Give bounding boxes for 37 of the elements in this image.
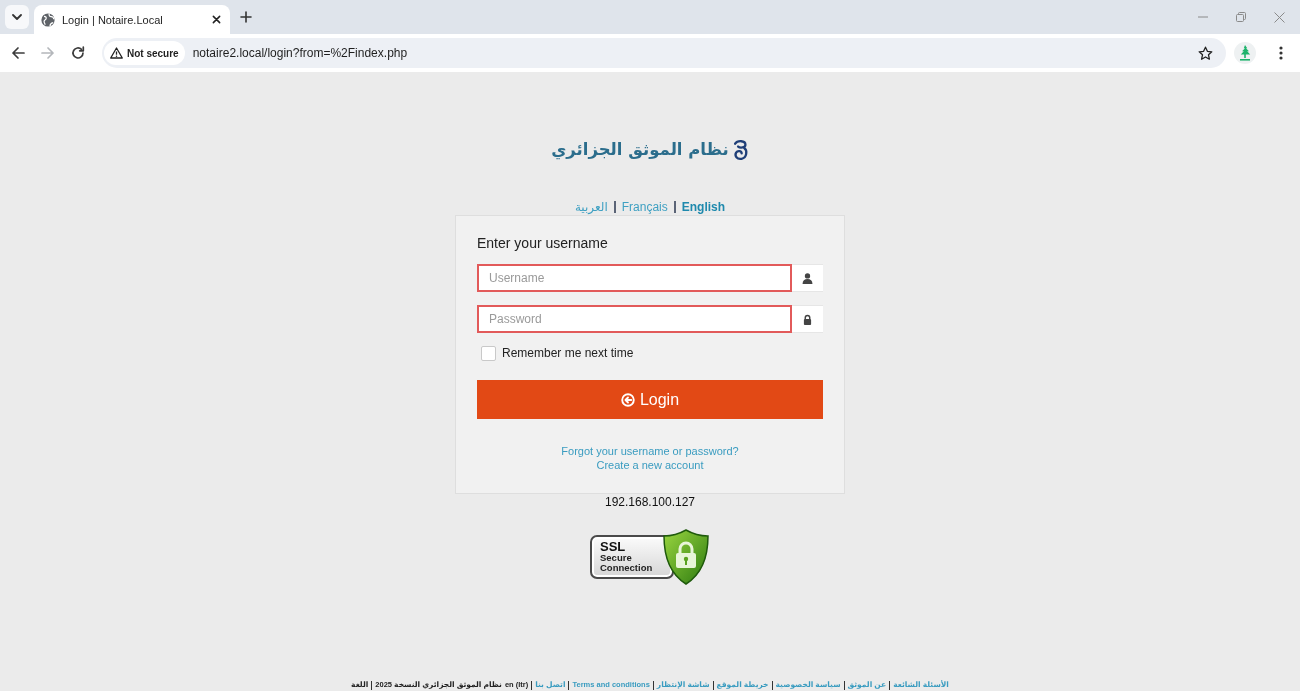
browser-tab[interactable]: Login | Notaire.Local: [34, 5, 230, 34]
ip-address: 192.168.100.127: [604, 495, 696, 509]
back-arrow-icon[interactable]: [11, 46, 25, 60]
user-icon: [802, 272, 813, 284]
badge-text: Secure: [600, 553, 632, 563]
close-icon[interactable]: [212, 15, 221, 24]
plus-icon[interactable]: [240, 11, 252, 23]
checkbox-label[interactable]: Remember me next time: [502, 346, 634, 360]
shield-lock-icon: [662, 529, 710, 585]
menu-icon[interactable]: [1279, 46, 1283, 60]
security-chip[interactable]: Not secure: [104, 41, 185, 65]
badge-title: SSL: [600, 541, 626, 553]
logo-mark-icon: [731, 138, 749, 162]
password-field[interactable]: Password: [477, 305, 792, 333]
checkbox[interactable]: [481, 345, 496, 361]
restore-icon[interactable]: [1236, 12, 1246, 22]
logo-text: نظام الموثق الجزائري: [551, 139, 729, 162]
lock-icon: [803, 313, 812, 325]
arrow-circle-icon: [620, 392, 635, 407]
badge-text: Connection: [600, 563, 653, 573]
globe-icon: [41, 12, 55, 27]
language-link[interactable]: English: [681, 199, 726, 215]
language-link[interactable]: Français: [621, 199, 668, 215]
tab-search-button[interactable]: [5, 5, 29, 29]
username-field[interactable]: Username: [477, 264, 792, 292]
text-link[interactable]: Create a new account: [596, 458, 704, 472]
warning-icon: [110, 47, 123, 59]
address-bar[interactable]: Not secure notaire2.local/login?from=%2Findex.php: [102, 38, 1226, 68]
form-heading: Enter your username: [477, 234, 609, 253]
star-icon[interactable]: [1198, 45, 1213, 61]
language-link[interactable]: العربية: [574, 199, 608, 215]
url-text: notaire2.local/login?from=%2Findex.php: [192, 46, 408, 60]
login-button[interactable]: Login: [477, 380, 823, 419]
reload-icon[interactable]: [71, 46, 85, 60]
tree-icon[interactable]: [1234, 42, 1256, 64]
text-link[interactable]: Forgot your username or password?: [561, 444, 739, 458]
caret-down-icon: [12, 14, 22, 20]
